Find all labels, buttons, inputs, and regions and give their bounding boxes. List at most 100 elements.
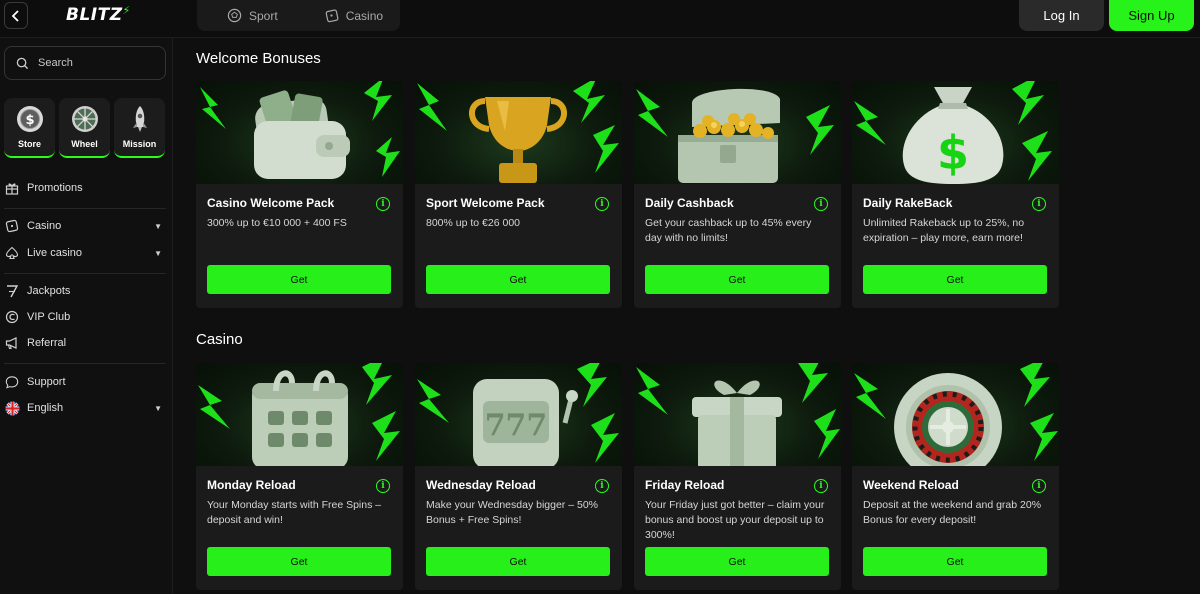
sidebar-item-jackpots-label: Jackpots	[27, 285, 71, 297]
get-button[interactable]: Get	[426, 265, 610, 294]
svg-text:777: 777	[485, 408, 548, 443]
seven-icon	[7, 285, 19, 298]
promo-card: Casino Welcome Pack i 300% up to €10 000…	[196, 81, 403, 308]
gift-icon	[5, 183, 19, 195]
get-button[interactable]: Get	[207, 547, 391, 576]
sidebar-item-promotions[interactable]: Promotions	[4, 178, 166, 198]
card-title: Friday Reload	[645, 478, 725, 492]
sidebar-item-referral[interactable]: Referral	[4, 333, 166, 353]
quick-wheel[interactable]: Wheel	[59, 98, 110, 158]
info-icon[interactable]: i	[814, 197, 828, 211]
card-description: Get your cashback up to 45% every day wi…	[645, 217, 812, 244]
megaphone-icon	[5, 337, 17, 350]
sidebar-item-promotions-label: Promotions	[27, 182, 83, 194]
sidebar-item-jackpots[interactable]: Jackpots	[4, 281, 166, 301]
card-image-chest	[634, 81, 841, 184]
sidebar-item-casino[interactable]: Casino ▼	[4, 216, 166, 236]
svg-text:$: $	[937, 126, 969, 180]
tab-sport[interactable]: Sport	[227, 8, 278, 23]
sidebar-item-language-label: English	[27, 402, 64, 414]
card-title: Daily RakeBack	[863, 196, 953, 210]
dice-icon	[325, 9, 339, 23]
card-description: Make your Wednesday bigger – 50% Bonus +…	[426, 499, 598, 526]
card-title: Sport Welcome Pack	[426, 196, 545, 210]
ball-icon	[227, 8, 242, 23]
promo-card: Sport Welcome Pack i 800% up to €26 000 …	[415, 81, 622, 308]
main-content: Welcome Bonuses Casino Welcome Pack i 30…	[173, 38, 1200, 594]
signup-button[interactable]: Sign Up	[1109, 0, 1194, 31]
sidebar: Search $ Store Wheel Mission Promotions …	[0, 38, 173, 594]
card-image-roulette	[852, 363, 1059, 466]
card-title: Monday Reload	[207, 478, 296, 492]
search-input[interactable]: Search	[4, 46, 166, 80]
dice-icon	[5, 219, 19, 233]
info-icon[interactable]: i	[1032, 197, 1046, 211]
get-button[interactable]: Get	[645, 547, 829, 576]
sidebar-item-language[interactable]: English ▼	[4, 398, 166, 418]
card-image-trophy	[415, 81, 622, 184]
card-description: Your Monday starts with Free Spins – dep…	[207, 499, 382, 526]
info-icon[interactable]: i	[595, 479, 609, 493]
card-title: Casino Welcome Pack	[207, 196, 335, 210]
vip-icon	[5, 310, 19, 324]
sidebar-item-live-casino[interactable]: Live casino ▼	[4, 243, 166, 263]
sidebar-item-support[interactable]: Support	[4, 372, 166, 392]
promo-card: $ Daily RakeBack i Unlimited Rakeback up…	[852, 81, 1059, 308]
divider	[4, 363, 166, 364]
get-button[interactable]: Get	[207, 265, 391, 294]
quick-wheel-label: Wheel	[71, 139, 98, 149]
get-button[interactable]: Get	[863, 265, 1047, 294]
coin-icon: $	[16, 106, 43, 132]
card-description: Unlimited Rakeback up to 25%, no expirat…	[863, 217, 1025, 244]
tab-casino-label: Casino	[345, 8, 384, 23]
caret-down-icon[interactable]: ▼	[154, 404, 162, 413]
info-icon[interactable]: i	[1032, 479, 1046, 493]
wheel-icon	[71, 106, 98, 132]
sidebar-item-referral-label: Referral	[27, 337, 67, 349]
info-icon[interactable]: i	[814, 479, 828, 493]
sidebar-item-vip-club[interactable]: VIP Club	[4, 307, 166, 327]
top-bar: BLITZ⚡ Sport Casino Log In Sign Up	[0, 0, 1200, 38]
card-title: Wednesday Reload	[426, 478, 536, 492]
promo-card: Daily Cashback i Get your cashback up to…	[634, 81, 841, 308]
card-image-moneybag: $	[852, 81, 1059, 184]
caret-down-icon[interactable]: ▼	[154, 249, 162, 258]
tab-sport-label: Sport	[249, 8, 278, 23]
sidebar-item-vip-club-label: VIP Club	[27, 311, 71, 323]
sport-casino-switch: Sport Casino	[197, 0, 400, 31]
logo[interactable]: BLITZ⚡	[66, 4, 131, 25]
divider	[4, 273, 166, 274]
sidebar-item-live-casino-label: Live casino	[27, 247, 83, 259]
get-button[interactable]: Get	[645, 265, 829, 294]
spade-icon	[5, 246, 19, 260]
svg-text:$: $	[25, 113, 34, 128]
search-icon	[16, 57, 29, 69]
card-description: Deposit at the weekend and grab 20% Bonu…	[863, 499, 1042, 526]
logo-text: BLITZ	[66, 5, 123, 25]
promo-card: Weekend Reload i Deposit at the weekend …	[852, 363, 1059, 590]
promo-card: Monday Reload i Your Monday starts with …	[196, 363, 403, 590]
rocket-icon	[132, 106, 147, 132]
back-button[interactable]	[4, 2, 28, 29]
info-icon[interactable]: i	[595, 197, 609, 211]
card-image-gift	[634, 363, 841, 466]
caret-down-icon[interactable]: ▼	[154, 222, 162, 231]
chevron-left-icon	[11, 9, 19, 22]
card-image-wallet	[196, 81, 403, 184]
chat-icon	[5, 376, 19, 389]
section-title-welcome: Welcome Bonuses	[196, 50, 321, 67]
search-placeholder: Search	[38, 57, 73, 69]
info-icon[interactable]: i	[376, 197, 390, 211]
section-title-casino: Casino	[196, 331, 243, 348]
card-image-calendar	[196, 363, 403, 466]
quick-store[interactable]: $ Store	[4, 98, 55, 158]
card-title: Daily Cashback	[645, 196, 734, 210]
get-button[interactable]: Get	[426, 547, 610, 576]
login-button[interactable]: Log In	[1019, 0, 1104, 31]
quick-store-label: Store	[17, 139, 41, 149]
get-button[interactable]: Get	[863, 547, 1047, 576]
info-icon[interactable]: i	[376, 479, 390, 493]
quick-mission-label: Mission	[122, 139, 157, 149]
quick-mission[interactable]: Mission	[114, 98, 165, 158]
tab-casino[interactable]: Casino	[324, 8, 383, 23]
